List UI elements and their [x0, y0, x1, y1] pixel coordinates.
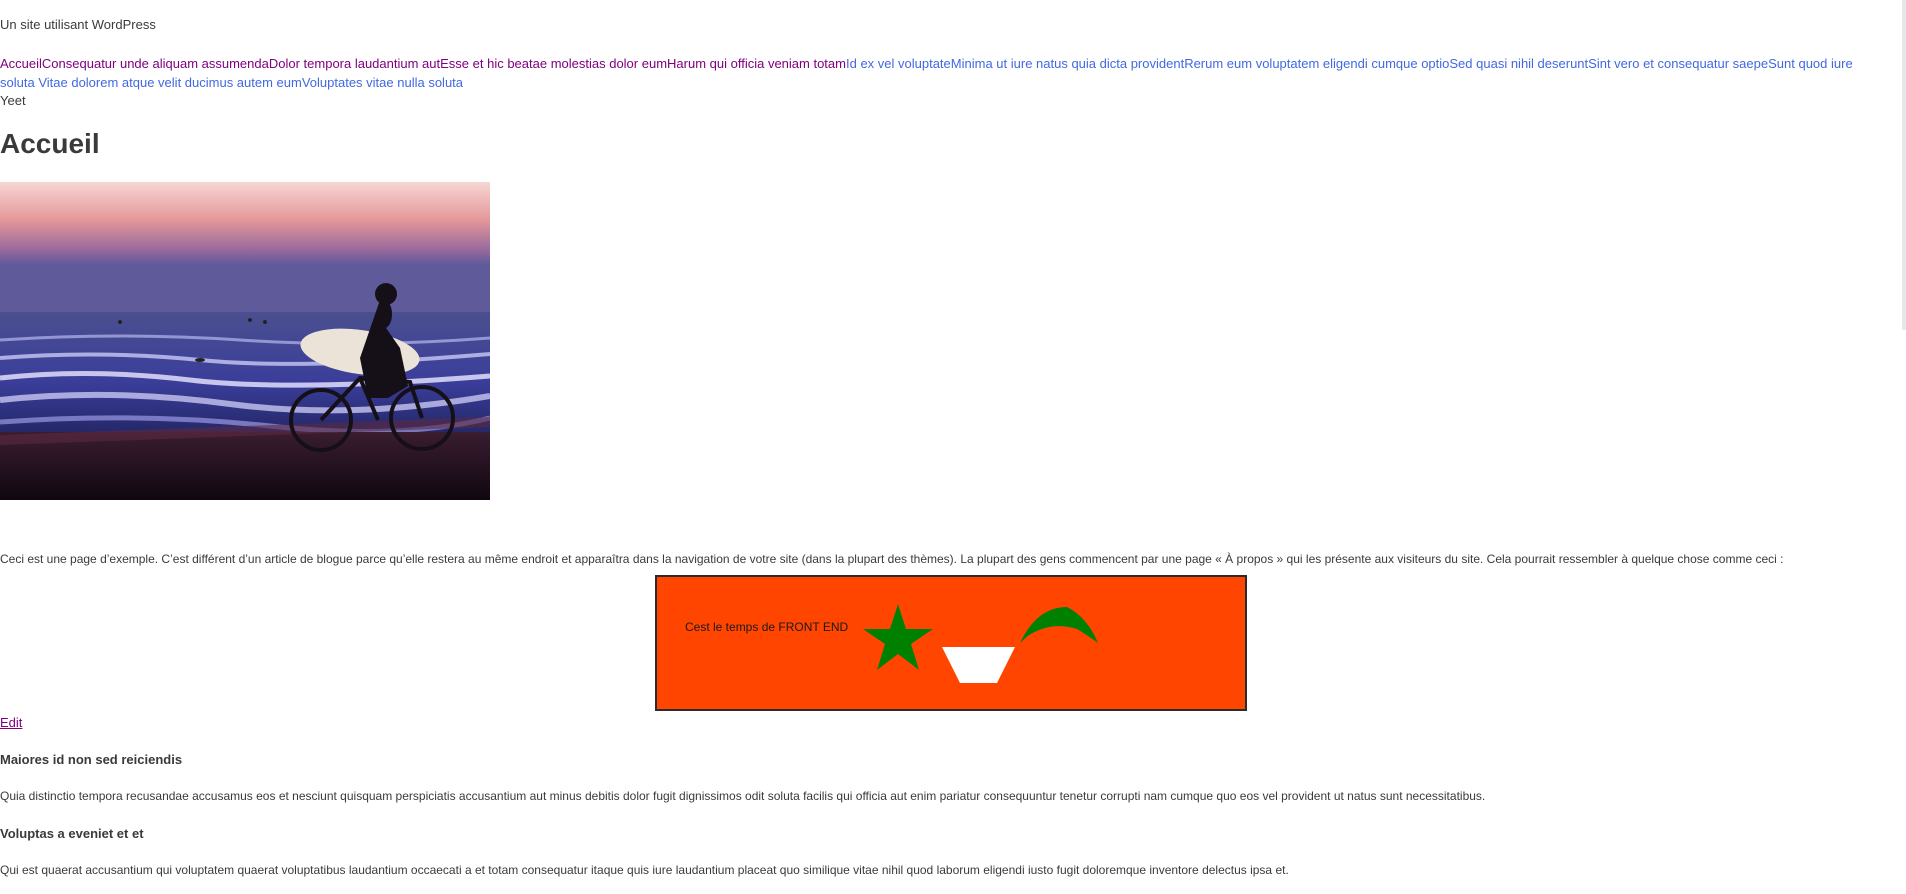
nav-item-sint-vero[interactable]: Sint vero et consequatur saepe: [1588, 56, 1768, 71]
front-end-banner: Cest le temps de FRONT END: [655, 575, 1247, 711]
nav-item-harum[interactable]: Harum qui officia veniam totam: [667, 56, 846, 71]
nav-item-vitae[interactable]: Vitae dolorem atque velit ducimus autem …: [38, 75, 302, 90]
nav-item-consequatur[interactable]: Consequatur unde aliquam assumenda: [42, 56, 269, 71]
nav-item-esse[interactable]: Esse et hic beatae molestias dolor eum: [440, 56, 667, 71]
nav-item-dolor[interactable]: Dolor tempora laudantium aut: [269, 56, 440, 71]
nav-item-sed-quasi[interactable]: Sed quasi nihil deserunt: [1449, 56, 1588, 71]
nav-item-accueil[interactable]: Accueil: [0, 56, 42, 71]
section-paragraph: Quia distinctio tempora recusandae accus…: [0, 789, 1486, 803]
nav-item-rerum[interactable]: Rerum eum voluptatem eligendi cumque opt…: [1184, 56, 1449, 71]
section-heading: Maiores id non sed reiciendis: [0, 752, 183, 767]
extra-text: Yeet: [0, 93, 26, 108]
star-shape: [863, 604, 933, 670]
section-heading: Voluptas a eveniet et et: [0, 826, 144, 841]
site-description: Un site utilisant WordPress: [0, 17, 156, 32]
section-paragraph: Qui est quaerat accusantium qui voluptat…: [0, 863, 1289, 877]
trapezoid-shape: [942, 647, 1015, 683]
nav-item-voluptates[interactable]: Voluptates vitae nulla soluta: [302, 75, 463, 90]
nav-item-id-ex[interactable]: Id ex vel voluptate: [846, 56, 951, 71]
banner-shapes: [863, 604, 1098, 683]
nav-item-minima[interactable]: Minima ut iure natus quia dicta providen…: [951, 56, 1184, 71]
main-navigation: AccueilConsequatur unde aliquam assumend…: [0, 54, 1880, 92]
vertical-scrollbar[interactable]: [1902, 0, 1906, 330]
featured-image-surfer-sunset: [0, 182, 490, 500]
intro-paragraph: Ceci est une page d’exemple. C’est diffé…: [0, 552, 1784, 566]
arc-shape: [1020, 607, 1098, 643]
edit-link[interactable]: Edit: [0, 715, 22, 730]
page-title: Accueil: [0, 128, 100, 159]
